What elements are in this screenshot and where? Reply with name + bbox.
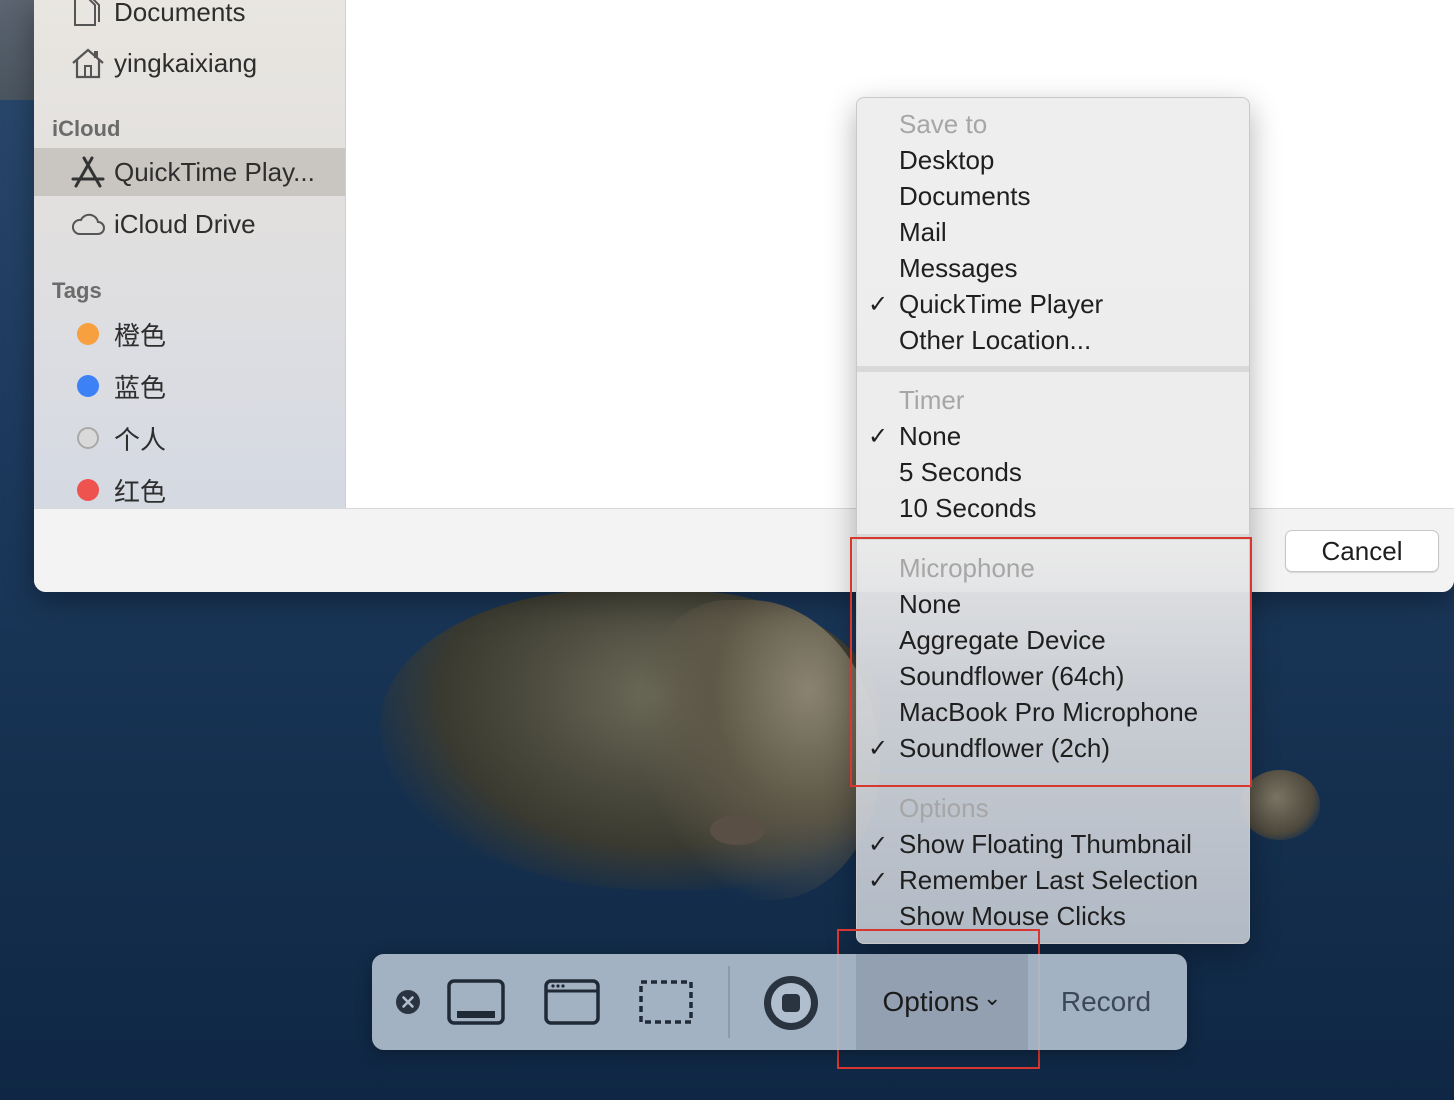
options-button[interactable]: Options ⌄: [856, 954, 1028, 1050]
app-store-icon: [70, 155, 106, 189]
menu-item-quicktime-player[interactable]: ✓ QuickTime Player: [857, 286, 1249, 322]
orange-tag-dot: [77, 323, 99, 345]
gray-tag-dot: [77, 427, 99, 449]
capture-selection-icon[interactable]: [636, 978, 696, 1026]
toolbar-divider: [728, 966, 730, 1038]
menu-item-timer-10s[interactable]: 10 Seconds: [857, 490, 1249, 526]
sidebar-item-quicktime[interactable]: QuickTime Play...: [34, 148, 345, 196]
sidebar-item-label: QuickTime Play...: [114, 156, 315, 187]
menu-header-options: Options: [899, 792, 989, 823]
cancel-button[interactable]: Cancel: [1285, 530, 1439, 572]
sidebar-item-label: yingkaixiang: [114, 47, 258, 78]
capture-entire-screen-icon[interactable]: [446, 978, 506, 1026]
blue-tag-dot: [77, 375, 99, 397]
sidebar-section-icloud: iCloud: [52, 116, 121, 141]
sidebar-tag-label: 橙色: [114, 320, 167, 351]
sidebar-tag-personal[interactable]: 个人: [34, 414, 345, 462]
sidebar-item-label: Documents: [114, 0, 246, 27]
sidebar-item-documents[interactable]: Documents: [34, 0, 345, 36]
sidebar: Documents yingkaixiang iCloud QuickTime …: [34, 0, 346, 508]
checkmark-icon: ✓: [867, 866, 889, 894]
stop-record-icon[interactable]: [762, 974, 820, 1032]
close-icon[interactable]: [394, 988, 422, 1016]
sidebar-item-icloud-drive[interactable]: iCloud Drive: [34, 200, 345, 248]
sidebar-tag-blue[interactable]: 蓝色: [34, 362, 345, 410]
menu-header-timer: Timer: [899, 384, 965, 415]
checkmark-icon: ✓: [867, 290, 889, 318]
checkmark-icon: ✓: [867, 830, 889, 858]
red-tag-dot: [77, 479, 99, 501]
menu-item-other-location[interactable]: Other Location...: [857, 322, 1249, 358]
menu-separator: [857, 366, 1249, 372]
wallpaper-rock: [1240, 770, 1320, 840]
menu-item-mail[interactable]: Mail: [857, 214, 1249, 250]
sidebar-item-home[interactable]: yingkaixiang: [34, 39, 345, 87]
wallpaper-rock-small: [710, 815, 765, 845]
menu-item-timer-none[interactable]: ✓ None: [857, 418, 1249, 454]
documents-icon: [70, 0, 106, 28]
menu-item-floating-thumbnail[interactable]: ✓ Show Floating Thumbnail: [857, 826, 1249, 862]
menu-header-save-to: Save to: [899, 108, 988, 139]
menu-item-messages[interactable]: Messages: [857, 250, 1249, 286]
record-button[interactable]: Record: [1044, 954, 1168, 1050]
sidebar-tag-red[interactable]: 红色: [34, 466, 345, 514]
sidebar-tag-orange[interactable]: 橙色: [34, 310, 345, 358]
chevron-down-icon: ⌄: [983, 985, 1002, 1010]
checkmark-icon: ✓: [867, 422, 889, 450]
screenshot-toolbar: Options ⌄ Record: [372, 954, 1187, 1050]
capture-window-icon[interactable]: [542, 978, 602, 1026]
options-label: Options: [882, 986, 980, 1017]
annotation-box-microphone: [850, 537, 1252, 787]
menu-item-desktop[interactable]: Desktop: [857, 142, 1249, 178]
sidebar-section-tags: Tags: [52, 278, 102, 303]
home-icon: [70, 46, 106, 80]
sidebar-tag-label: 蓝色: [114, 372, 167, 403]
menu-item-documents[interactable]: Documents: [857, 178, 1249, 214]
menu-item-timer-5s[interactable]: 5 Seconds: [857, 454, 1249, 490]
cloud-icon: [70, 211, 106, 237]
menu-item-remember-selection[interactable]: ✓ Remember Last Selection: [857, 862, 1249, 898]
sidebar-item-label: iCloud Drive: [114, 208, 256, 239]
options-menu: Save to Desktop Documents Mail Messages …: [856, 97, 1250, 944]
sidebar-tag-label: 个人: [114, 424, 167, 455]
sidebar-tag-label: 红色: [114, 476, 167, 507]
